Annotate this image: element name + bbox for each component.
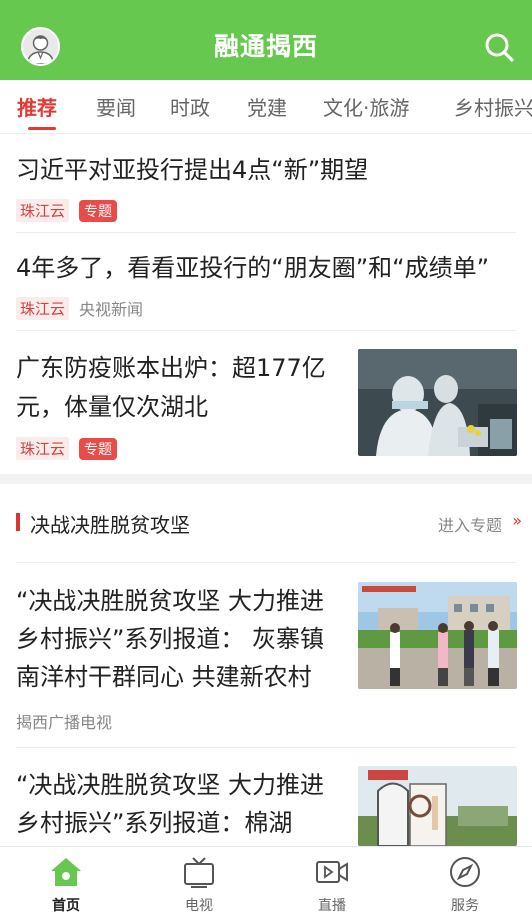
- nav-tv[interactable]: 电视: [159, 855, 239, 915]
- news-item[interactable]: 4年多了，看看亚投行的“朋友圈”和“成绩单”: [16, 250, 516, 287]
- nav-label: 首页: [52, 898, 80, 914]
- news-title: 习近平对亚投行提出4点“新”期望: [16, 156, 369, 184]
- search-icon[interactable]: [482, 30, 516, 64]
- divider: [16, 330, 516, 331]
- news-thumbnail[interactable]: [358, 349, 517, 456]
- topic-tag: 专题: [79, 199, 118, 222]
- news-title: 4年多了，看看亚投行的“朋友圈”和“成绩单”: [16, 254, 490, 282]
- divider: [16, 562, 516, 563]
- source-text: 央视新闻: [79, 300, 144, 319]
- tv-icon: [184, 857, 214, 888]
- tab-recommend[interactable]: 推荐: [17, 92, 57, 121]
- topic-tag: 专题: [79, 437, 118, 460]
- compass-icon: [450, 857, 480, 887]
- nav-label: 电视: [185, 898, 213, 914]
- nav-live[interactable]: 直播: [292, 855, 372, 915]
- category-tabs: 推荐 要闻 时政 党建 文化·旅游 乡村振兴: [0, 80, 532, 134]
- news-title: 广东防疫账本出炉：超177亿元，体量仅次湖北: [16, 354, 326, 421]
- source-badge: 珠江云: [16, 296, 70, 320]
- tab-news[interactable]: 要闻: [96, 92, 136, 121]
- tab-culture-travel[interactable]: 文化·旅游: [323, 92, 409, 121]
- section-separator: [0, 474, 532, 484]
- topic-section-header: 决战决胜脱贫攻坚 进入专题 »: [0, 500, 532, 544]
- home-icon: [51, 858, 81, 886]
- source-text: 揭西广播电视: [16, 713, 113, 732]
- divider: [16, 747, 516, 748]
- news-item[interactable]: “决战决胜脱贫攻坚 大力推进乡村振兴”系列报道：棉湖: [16, 766, 346, 842]
- news-thumbnail[interactable]: [358, 766, 517, 846]
- app-title: 融通揭西: [213, 32, 318, 61]
- tab-party[interactable]: 党建: [247, 92, 287, 121]
- video-icon: [316, 861, 348, 883]
- double-chevron-right-icon[interactable]: »: [512, 511, 522, 530]
- source-badge: 珠江云: [16, 437, 70, 460]
- news-item[interactable]: 广东防疫账本出炉：超177亿元，体量仅次湖北: [16, 349, 346, 427]
- divider: [16, 232, 516, 233]
- news-item[interactable]: “决战决胜脱贫攻坚 大力推进乡村振兴”系列报道： 灰寨镇南洋村干群同心 共建新农…: [16, 582, 346, 696]
- nav-label: 直播: [318, 898, 346, 914]
- village-gate-photo-image: [358, 766, 517, 846]
- news-meta: 珠江云 专题: [16, 437, 118, 460]
- enter-topic-link[interactable]: 进入专题: [438, 512, 502, 536]
- news-thumbnail[interactable]: [358, 582, 517, 689]
- section-marker: [16, 513, 20, 531]
- news-title: “决战决胜脱贫攻坚 大力推进乡村振兴”系列报道：棉湖: [16, 771, 325, 837]
- nav-service[interactable]: 服务: [425, 855, 505, 915]
- nav-label: 服务: [451, 898, 479, 914]
- tab-rural[interactable]: 乡村振兴: [454, 92, 532, 121]
- app-header: 融通揭西: [0, 0, 532, 80]
- news-meta: 珠江云 专题: [16, 199, 118, 222]
- news-title: “决战决胜脱贫攻坚 大力推进乡村振兴”系列报道： 灰寨镇南洋村干群同心 共建新农…: [16, 587, 325, 691]
- news-meta: 珠江云 央视新闻: [16, 296, 143, 320]
- section-title: 决战决胜脱贫攻坚: [30, 513, 190, 537]
- tab-politics[interactable]: 时政: [170, 92, 210, 121]
- source-badge: 珠江云: [16, 199, 70, 222]
- village-group-photo-image: [358, 582, 517, 689]
- active-tab-indicator: [28, 127, 56, 130]
- bottom-navigation: 首页 电视 直播 服务: [0, 846, 532, 920]
- nav-home[interactable]: 首页: [26, 855, 106, 915]
- news-item[interactable]: 习近平对亚投行提出4点“新”期望: [16, 152, 516, 189]
- lab-photo-image: [358, 349, 517, 456]
